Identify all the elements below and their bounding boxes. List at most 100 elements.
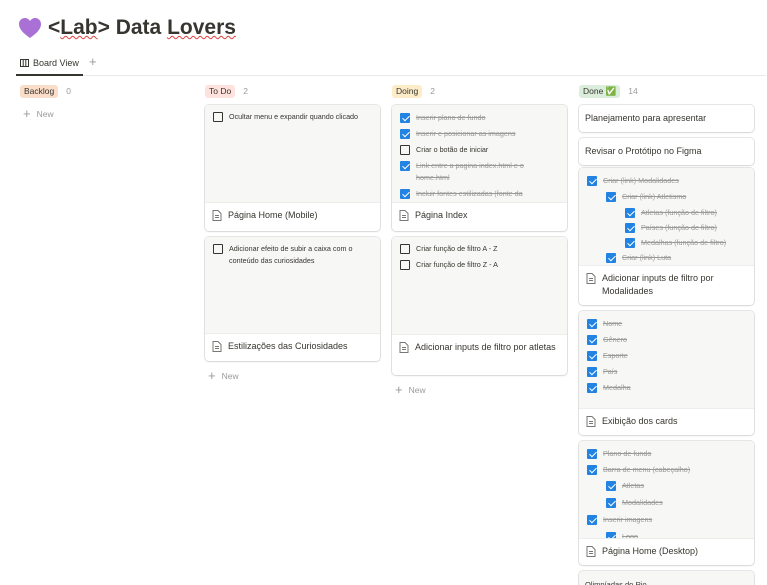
column-badge[interactable]: Backlog [20,84,59,98]
card-olimpiadas-rio[interactable]: Olimpíadas do Rio [579,571,754,585]
column-badge[interactable]: Done ✅ [579,84,621,98]
checklist-item[interactable]: Inserir plano de fundo [400,112,559,124]
page-icon [586,546,596,557]
checklist-item[interactable]: Criar (link) Luta [606,252,746,264]
checklist-item[interactable]: País [587,366,746,378]
checklist-item[interactable]: Criar (link) Atletismo [606,191,746,203]
card-preview: Nome Gênero Esporte País Medalha [579,311,754,409]
checklist-item[interactable]: Gênero [587,334,746,346]
checkbox[interactable] [587,515,597,525]
checklist-item[interactable]: Incluir fontes estilizadas (fonte da [400,188,559,200]
card-title: Adicionar inputs de filtro por atletas [392,335,567,360]
checkbox[interactable] [400,161,410,171]
checkbox[interactable] [400,145,410,155]
column-count: 2 [243,86,248,96]
card-preview: Ocultar menu e expandir quando clicado [205,105,380,203]
column-badge[interactable]: To Do [205,84,236,98]
checkbox[interactable] [606,498,616,508]
card-pagina-home-mobile[interactable]: Ocultar menu e expandir quando clicado P… [205,105,380,231]
checkbox[interactable] [606,253,616,263]
checklist-item[interactable]: Adicionar efeito de subir a caixa com o … [213,243,372,267]
column-done: Done ✅ 14 Planejamento para apresentar R… [579,84,754,585]
page-icon [212,341,222,352]
checklist-item[interactable]: Medalha [587,382,746,394]
card-preview: Plano de fundo Barra de menu (cabeçalho)… [579,441,754,539]
checkbox[interactable] [587,383,597,393]
checklist-item[interactable]: Esporte [587,350,746,362]
checkbox[interactable] [625,208,635,218]
card-pagina-home-desktop[interactable]: Plano de fundo Barra de menu (cabeçalho)… [579,441,754,565]
checkbox[interactable] [400,189,410,199]
checkbox[interactable] [606,192,616,202]
checkbox[interactable] [400,260,410,270]
card-estilizacoes-curiosidades[interactable]: Adicionar efeito de subir a caixa com o … [205,237,380,361]
card-revisar-prototipo[interactable]: Revisar o Protótipo no Figma [579,138,754,165]
purple-heart-icon [19,18,41,38]
tab-board-view[interactable]: Board View [16,51,83,76]
new-card-button[interactable]: + New [205,367,380,385]
new-card-button[interactable]: + New [20,105,195,123]
checkbox[interactable] [400,113,410,123]
column-badge[interactable]: Doing [392,84,423,98]
checkbox[interactable] [587,335,597,345]
column-count: 2 [430,86,435,96]
checkbox[interactable] [587,176,597,186]
checklist-item[interactable]: Medalhas (função de filtro) [625,237,746,249]
new-card-button[interactable]: + New [392,381,567,399]
card-inputs-filtro-modalidades[interactable]: Criar (link) Modalidades Criar (link) At… [579,168,754,305]
page-icon [212,210,222,221]
plus-icon: + [208,368,216,383]
checkbox[interactable] [587,319,597,329]
page-icon [399,342,409,353]
page-icon [399,210,409,221]
checklist-item[interactable]: Ocultar menu e expandir quando clicado [213,111,372,123]
checkbox[interactable] [587,449,597,459]
column-todo: To Do 2 Ocultar menu e expandir quando c… [205,84,380,385]
checkbox[interactable] [587,367,597,377]
checkbox[interactable] [606,532,616,538]
checklist-item[interactable]: Criar o botão de iniciar [400,144,559,156]
checkbox[interactable] [587,351,597,361]
column-header: To Do 2 [205,84,380,98]
checklist-item[interactable]: Inserir e posicionar as imagens [400,128,559,140]
checkbox[interactable] [400,244,410,254]
checklist-item[interactable]: Nome [587,318,746,330]
column-count: 14 [628,86,638,96]
checkbox[interactable] [625,238,635,248]
column-header: Done ✅ 14 [579,84,754,98]
checkbox[interactable] [606,481,616,491]
checkbox[interactable] [400,129,410,139]
checklist-item[interactable]: Atletas [606,480,746,492]
column-count: 0 [66,86,71,96]
checklist-item[interactable]: Criar (link) Modalidades [587,175,746,187]
checklist-item[interactable]: Plano de fundo [587,448,746,460]
add-view-button[interactable]: + [89,54,97,70]
card-title: Página Home (Desktop) [579,539,754,564]
column-doing: Doing 2 Inserir plano de fundo Inserir e… [392,84,567,399]
checklist-item[interactable]: Criar função de filtro Z - A [400,259,559,271]
card-planejamento[interactable]: Planejamento para apresentar [579,105,754,132]
page-title[interactable]: <Lab> Data Lovers [48,16,236,40]
checkbox[interactable] [213,244,223,254]
card-title: Planejamento para apresentar [585,113,707,123]
card-pagina-index[interactable]: Inserir plano de fundo Inserir e posicio… [392,105,567,231]
checklist-item[interactable]: Inserir imagens [587,514,746,526]
card-inputs-filtro-atletas[interactable]: Criar função de filtro A - Z Criar funçã… [392,237,567,375]
card-title: Revisar o Protótipo no Figma [585,146,702,156]
checklist-item[interactable]: Barra de menu (cabeçalho) [587,464,746,476]
checklist-item[interactable]: Logo [606,531,746,538]
checklist-item[interactable]: Link entre a pagina index.html e o home.… [400,160,559,184]
checkbox[interactable] [587,465,597,475]
checkbox[interactable] [213,112,223,122]
card-preview: Criar (link) Modalidades Criar (link) At… [579,168,754,266]
card-title: Exibição dos cards [579,409,754,434]
card-title: Adicionar inputs de filtro por Modalidad… [579,266,754,304]
checkbox[interactable] [625,223,635,233]
checklist-item[interactable]: Países (função de filtro) [625,222,746,234]
checklist-item[interactable]: Modalidades [606,497,746,509]
checklist-item[interactable]: Atletas (função de filtro) [625,207,746,219]
column-header: Backlog 0 [20,84,195,98]
card-preview: Criar função de filtro A - Z Criar funçã… [392,237,567,335]
card-exibicao-cards[interactable]: Nome Gênero Esporte País Medalha Exibiçã… [579,311,754,435]
checklist-item[interactable]: Criar função de filtro A - Z [400,243,559,255]
